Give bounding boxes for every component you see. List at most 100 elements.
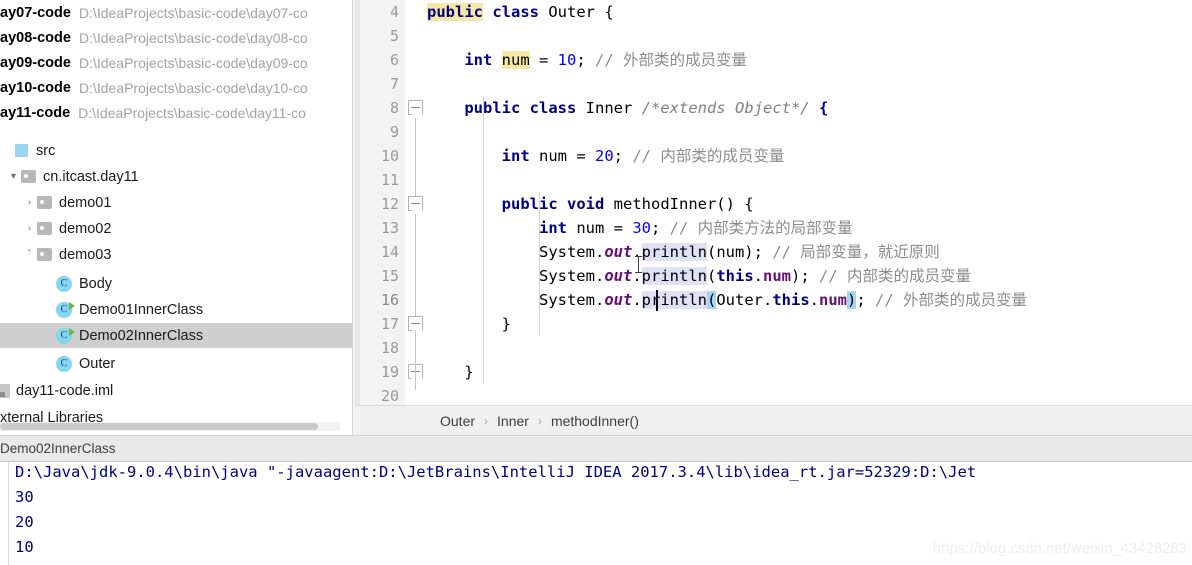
code-editor[interactable]: 4 5 6 7 8 9 10 11 12 13 14 15 16 17 18 1… [355, 0, 1192, 408]
console-line-command: D:\Java\jdk-9.0.4\bin\java "-javaagent:D… [15, 463, 977, 481]
chevron-down-icon[interactable]: ▾ [6, 171, 21, 182]
module-name: ay10-code [0, 79, 71, 96]
tree-node-iml-file[interactable]: day11-code.iml [0, 378, 351, 403]
tree-node-label: Demo02InnerClass [79, 327, 204, 344]
scrollbar-thumb[interactable] [0, 423, 318, 430]
iml-file-icon [0, 383, 10, 398]
code-line-5[interactable] [427, 24, 1192, 48]
breadcrumb-item-inner[interactable]: Inner [497, 413, 529, 429]
module-path: D:\IdeaProjects\basic-code\day11-co [78, 104, 306, 121]
tree-node-label: Body [79, 275, 113, 292]
fold-collapse-icon-method[interactable] [408, 196, 423, 211]
tree-row-module[interactable]: ay08-code D:\IdeaProjects\basic-code\day… [0, 25, 355, 50]
java-class-icon: C [56, 355, 72, 372]
package-icon [37, 222, 52, 235]
code-line-14[interactable]: System.out.println(num); // 局部变量，就近原则 [427, 240, 1192, 264]
tree-node-src[interactable]: src [0, 138, 355, 163]
module-name: ay08-code [0, 29, 71, 46]
run-configuration-tab-label[interactable]: Demo02InnerClass [0, 441, 116, 456]
module-path: D:\IdeaProjects\basic-code\day09-co [78, 54, 308, 71]
module-path: D:\IdeaProjects\basic-code\day07-co [78, 4, 308, 21]
package-icon [37, 248, 52, 261]
chevron-right-icon[interactable]: › [22, 197, 37, 208]
fold-region-line [415, 330, 416, 390]
code-line-19[interactable]: } [427, 360, 1192, 384]
line-number: 17 [380, 315, 399, 333]
code-line-15[interactable]: System.out.println(this.num); // 内部类的成员变… [427, 264, 1192, 288]
code-line-7[interactable] [427, 72, 1192, 96]
line-number: 15 [380, 267, 399, 285]
line-number: 7 [389, 75, 399, 93]
tree-node-demo02[interactable]: › demo02 [0, 216, 355, 241]
module-name: ay07-code [0, 4, 71, 21]
line-number-current: 16 [380, 291, 399, 309]
code-line-17[interactable]: } [427, 312, 1192, 336]
tree-node-class-demo01innerclass[interactable]: C Demo01InnerClass [0, 297, 355, 322]
breadcrumb-item-outer[interactable]: Outer [440, 413, 475, 429]
tree-node-demo03[interactable]: ˇ demo03 [0, 242, 355, 267]
code-folding-column[interactable] [405, 0, 427, 408]
run-console[interactable]: D:\Java\jdk-9.0.4\bin\java "-javaagent:D… [0, 462, 1192, 565]
tree-node-label: Outer [79, 355, 116, 372]
code-text-area[interactable]: public class Outer { int num = 10; // 外部… [427, 0, 1192, 408]
tree-node-demo01[interactable]: › demo01 [0, 190, 355, 215]
tree-node-class-outer[interactable]: C Outer [0, 351, 355, 376]
console-gutter [0, 462, 9, 565]
tree-node-class-body[interactable]: C Body [0, 271, 355, 296]
console-line-output: 30 [15, 488, 34, 506]
package-icon [37, 196, 52, 209]
line-number: 5 [389, 27, 399, 45]
tree-row-module[interactable]: ay10-code D:\IdeaProjects\basic-code\day… [0, 75, 355, 100]
code-line-6[interactable]: int num = 10; // 外部类的成员变量 [427, 48, 1192, 72]
line-number: 18 [380, 339, 399, 357]
sidebar-horizontal-scrollbar[interactable] [0, 422, 340, 431]
breadcrumb-separator-icon: › [484, 413, 489, 428]
java-class-icon: C [56, 275, 72, 292]
line-number: 8 [389, 99, 399, 117]
tree-row-module[interactable]: ay07-code D:\IdeaProjects\basic-code\day… [0, 0, 355, 25]
line-number: 4 [389, 3, 399, 21]
tree-node-label: Demo01InnerClass [79, 301, 204, 318]
fold-collapse-icon-class-inner[interactable] [408, 100, 423, 115]
line-number: 19 [380, 363, 399, 381]
line-number: 6 [389, 51, 399, 69]
fold-region-line [415, 212, 416, 322]
code-line-10[interactable]: int num = 20; // 内部类的成员变量 [427, 144, 1192, 168]
source-root-icon [15, 144, 28, 157]
breadcrumb-item-methodinner[interactable]: methodInner() [551, 413, 639, 429]
tree-node-label: demo03 [59, 246, 112, 263]
chevron-right-icon[interactable]: › [22, 223, 37, 234]
code-line-9[interactable] [427, 120, 1192, 144]
tree-row-module[interactable]: ay09-code D:\IdeaProjects\basic-code\day… [0, 50, 355, 75]
module-path: D:\IdeaProjects\basic-code\day10-co [78, 79, 308, 96]
mouse-pointer-ibeam [635, 256, 642, 273]
console-line-output: 20 [15, 513, 34, 531]
console-line-output: 10 [15, 538, 34, 556]
code-line-12[interactable]: public void methodInner() { [427, 192, 1192, 216]
code-line-13[interactable]: int num = 30; // 内部类方法的局部变量 [427, 216, 1192, 240]
project-tool-window[interactable]: ay07-code D:\IdeaProjects\basic-code\day… [0, 0, 355, 435]
code-line-11[interactable] [427, 168, 1192, 192]
module-path: D:\IdeaProjects\basic-code\day08-co [78, 29, 308, 46]
tree-node-label: cn.itcast.day11 [43, 168, 139, 185]
chevron-down-icon[interactable]: ˇ [22, 249, 37, 260]
code-line-4[interactable]: public class Outer { [427, 0, 1192, 24]
run-tool-window-header[interactable]: Demo02InnerClass [0, 435, 1192, 462]
code-line-8[interactable]: public class Inner /*extends Object*/ { [427, 96, 1192, 120]
editor-gutter[interactable]: 4 5 6 7 8 9 10 11 12 13 14 15 16 17 18 1… [355, 0, 405, 408]
line-number: 11 [380, 171, 399, 189]
tree-node-class-demo02innerclass[interactable]: C Demo02InnerClass [0, 323, 355, 348]
line-number: 14 [380, 243, 399, 261]
line-number: 12 [380, 195, 399, 213]
fold-collapse-icon-method-end[interactable] [408, 316, 423, 331]
package-icon [21, 170, 36, 183]
breadcrumb[interactable]: Outer › Inner › methodInner() [355, 405, 1192, 435]
tree-row-module[interactable]: ay11-code D:\IdeaProjects\basic-code\day… [0, 100, 355, 125]
java-class-runnable-icon: C [56, 301, 75, 318]
tree-node-label: demo02 [59, 220, 112, 237]
tree-node-label: src [36, 142, 56, 159]
module-name: ay11-code [0, 104, 71, 121]
tree-node-package[interactable]: ▾ cn.itcast.day11 [0, 164, 355, 189]
code-line-18[interactable] [427, 336, 1192, 360]
code-line-16[interactable]: System.out.println(Outer.this.num); // 外… [427, 288, 1192, 312]
